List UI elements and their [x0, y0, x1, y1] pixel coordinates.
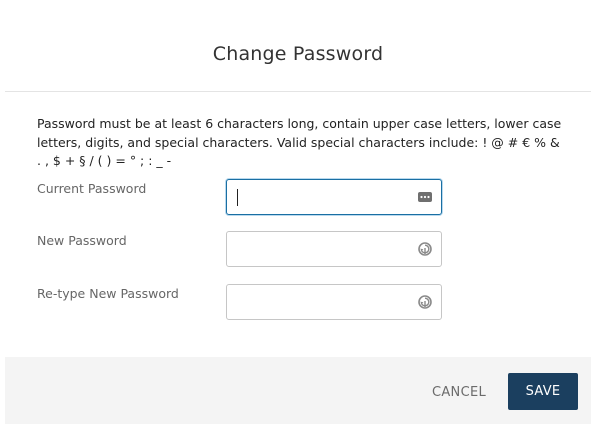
change-password-dialog: Change Password Password must be at leas… — [5, 5, 591, 424]
current-password-field[interactable] — [226, 179, 442, 215]
retype-password-field[interactable] — [226, 284, 442, 320]
save-button[interactable]: SAVE — [508, 373, 578, 410]
new-password-field[interactable] — [226, 231, 442, 267]
current-password-input[interactable] — [227, 180, 441, 214]
current-password-label: Current Password — [37, 181, 147, 196]
password-requirements-text: Password must be at least 6 characters l… — [37, 116, 562, 168]
dialog-footer: CANCEL SAVE — [5, 357, 591, 424]
new-password-label: New Password — [37, 233, 127, 248]
retype-password-label: Re-type New Password — [37, 286, 179, 301]
password-manager-icon[interactable] — [417, 189, 433, 205]
new-password-input[interactable] — [227, 232, 441, 266]
password-generator-icon[interactable] — [417, 294, 433, 310]
text-cursor — [237, 189, 238, 206]
retype-password-input[interactable] — [227, 285, 441, 319]
password-generator-icon[interactable] — [417, 241, 433, 257]
dialog-title: Change Password — [212, 43, 384, 65]
header-divider — [5, 91, 591, 92]
cancel-button[interactable]: CANCEL — [425, 381, 493, 403]
